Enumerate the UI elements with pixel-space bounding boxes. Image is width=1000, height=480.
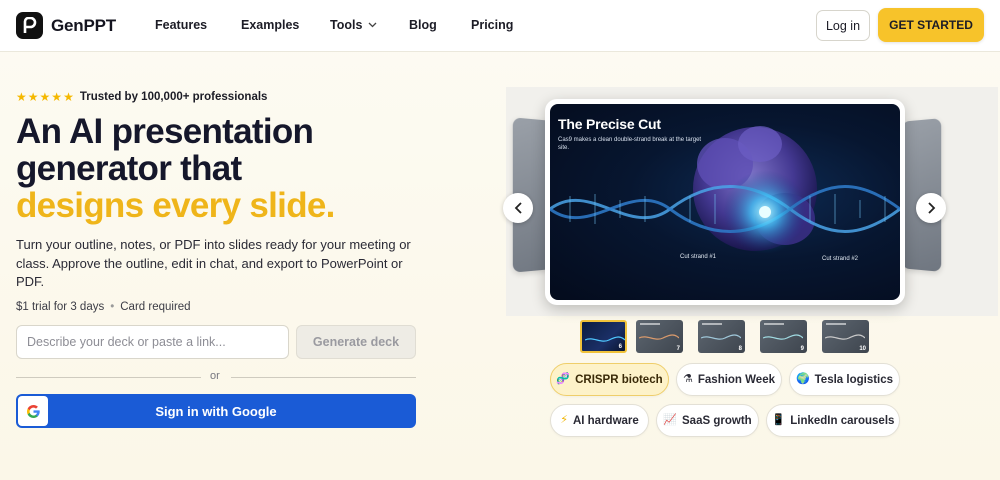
chip-linkedin-carousels[interactable]: 📱 LinkedIn carousels <box>766 404 900 437</box>
chip-ai-hardware[interactable]: ⚡ AI hardware <box>550 404 649 437</box>
chevron-right-icon <box>927 202 935 214</box>
phone-icon: 📱 <box>771 414 786 426</box>
thumbnail-preview-icon <box>825 334 865 340</box>
nav-blog[interactable]: Blog <box>409 18 437 32</box>
chip-saas-growth[interactable]: 📈 SaaS growth <box>656 404 759 437</box>
lightning-icon: ⚡ <box>560 414 568 426</box>
star-icon: ★ <box>51 90 63 104</box>
slide-thumbnail[interactable]: 7 <box>636 320 683 353</box>
star-icon: ★ <box>27 90 39 104</box>
nav-tools-label: Tools <box>330 18 363 32</box>
separator-dot: • <box>110 301 115 313</box>
thumbnail-number: 9 <box>800 346 804 352</box>
thumbnail-number: 6 <box>618 344 622 350</box>
rating-stars: ★ ★ ★ ★ ★ <box>16 91 74 103</box>
or-label: or <box>210 370 220 382</box>
slide-label-2: Cut strand #2 <box>821 256 859 262</box>
chip-label: Tesla logistics <box>814 373 894 386</box>
or-divider: or <box>16 370 416 384</box>
globe-icon: 🌍 <box>795 373 810 385</box>
carousel-next-button[interactable] <box>916 193 946 223</box>
thumbnail-preview-icon <box>585 336 625 342</box>
thumbnail-preview-icon <box>763 334 803 340</box>
thumbnail-title-bar <box>764 323 784 325</box>
trial-text: $1 trial for 3 days <box>16 301 105 313</box>
thumbnail-number: 8 <box>738 346 742 352</box>
get-started-button[interactable]: GET STARTED <box>878 8 984 42</box>
slide-thumbnail[interactable]: 10 <box>822 320 869 353</box>
chip-label: SaaS growth <box>682 414 752 427</box>
headline-highlight: designs every slide. <box>16 186 335 225</box>
chip-crispr-biotech[interactable]: 🧬 CRISPR biotech <box>550 363 669 396</box>
logo-p-icon <box>16 12 43 39</box>
chip-label: Fashion Week <box>697 373 775 386</box>
chip-label: AI hardware <box>572 414 639 427</box>
google-signin-label: Sign in with Google <box>155 403 277 419</box>
nav-tools[interactable]: Tools <box>330 18 377 32</box>
google-icon <box>18 396 48 426</box>
top-nav: GenPPT Features Examples Tools Blog Pric… <box>0 0 1000 52</box>
slide-label-1: Cut strand #1 <box>679 254 717 260</box>
star-icon: ★ <box>39 90 51 104</box>
trust-text: Trusted by 100,000+ professionals <box>79 91 268 103</box>
thumbnail-title-bar <box>826 323 846 325</box>
thumbnail-title-bar <box>640 323 660 325</box>
trial-info: $1 trial for 3 days • Card required <box>16 301 191 313</box>
thumbnail-title-bar <box>702 323 722 325</box>
nav-features[interactable]: Features <box>155 18 207 32</box>
slide-subtitle: Cas9 makes a clean double-strand break a… <box>558 137 702 151</box>
dna-icon: 🧬 <box>556 373 571 385</box>
card-note: Card required <box>120 301 191 313</box>
chart-icon: 📈 <box>663 414 678 426</box>
flask-icon: ⚗ <box>683 373 693 385</box>
chip-label: CRISPR biotech <box>575 373 663 386</box>
slide-canvas: The Precise Cut Cas9 makes a clean doubl… <box>550 104 900 300</box>
nav-pricing[interactable]: Pricing <box>471 18 513 32</box>
chip-label: LinkedIn carousels <box>790 414 895 427</box>
brand-name: GenPPT <box>51 15 116 35</box>
hero-description: Turn your outline, notes, or PDF into sl… <box>16 237 411 289</box>
chevron-left-icon <box>514 202 522 214</box>
nav-examples[interactable]: Examples <box>241 18 299 32</box>
slide-thumbnail[interactable]: 6 <box>580 320 627 353</box>
divider-line <box>231 377 416 378</box>
brand-logo[interactable]: GenPPT <box>16 12 116 39</box>
chevron-down-icon <box>368 22 377 28</box>
thumbnail-number: 7 <box>676 346 680 352</box>
thumbnail-preview-icon <box>639 334 679 340</box>
slide-title: The Precise Cut <box>558 116 661 132</box>
login-button[interactable]: Log in <box>816 10 870 41</box>
hero-headline: An AI presentation generator that design… <box>16 113 335 224</box>
dna-illustration <box>550 126 900 254</box>
thumbnail-number: 10 <box>859 346 866 352</box>
chip-tesla-logistics[interactable]: 🌍 Tesla logistics <box>789 363 900 396</box>
google-signin-button[interactable]: Sign in with Google <box>16 394 416 428</box>
headline-line-1: An AI presentation <box>16 112 314 151</box>
slide-thumbnail[interactable]: 8 <box>698 320 745 353</box>
thumbnail-preview-icon <box>701 334 741 340</box>
generate-deck-button[interactable]: Generate deck <box>296 325 416 359</box>
headline-line-2: generator that <box>16 149 242 188</box>
slide-thumbnail[interactable]: 9 <box>760 320 807 353</box>
carousel-prev-button[interactable] <box>503 193 533 223</box>
main-slide-preview[interactable]: The Precise Cut Cas9 makes a clean doubl… <box>545 99 905 305</box>
trust-badge: ★ ★ ★ ★ ★ Trusted by 100,000+ profession… <box>16 91 267 103</box>
star-icon: ★ <box>16 90 27 104</box>
deck-prompt-input[interactable] <box>16 325 289 359</box>
star-icon: ★ <box>63 90 74 104</box>
divider-line <box>16 377 201 378</box>
chip-fashion-week[interactable]: ⚗ Fashion Week <box>676 363 782 396</box>
